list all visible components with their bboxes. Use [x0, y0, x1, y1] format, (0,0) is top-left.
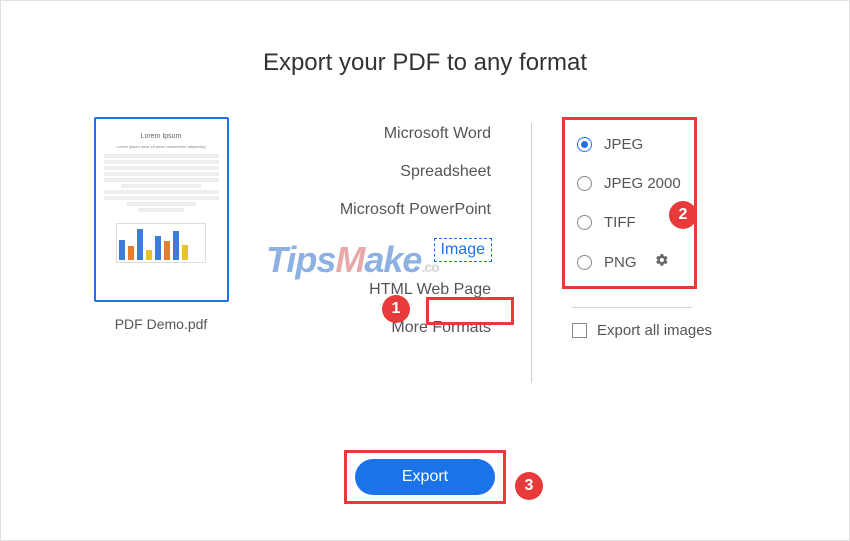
- format-item-powerpoint[interactable]: Microsoft PowerPoint: [340, 201, 491, 219]
- preview-column: Lorem Ipsum Lorem ipsum dolor sit amet c…: [91, 117, 231, 383]
- radio-tiff[interactable]: TIFF: [577, 214, 684, 231]
- export-highlight-box: Export: [344, 450, 506, 504]
- annotation-callout-3: 3: [515, 472, 543, 500]
- annotation-callout-2: 2: [669, 201, 697, 229]
- radio-png[interactable]: PNG: [577, 253, 684, 272]
- checkbox-icon: [572, 323, 587, 338]
- page-title: Export your PDF to any format: [1, 49, 849, 77]
- radio-label: JPEG: [604, 136, 643, 153]
- gear-icon[interactable]: [655, 253, 669, 272]
- preview-chart-icon: [116, 223, 206, 263]
- format-item-spreadsheet[interactable]: Spreadsheet: [400, 163, 491, 181]
- radio-label: PNG: [604, 254, 637, 271]
- radio-icon: [577, 176, 592, 191]
- formats-list: Microsoft Word Spreadsheet Microsoft Pow…: [261, 117, 491, 383]
- export-row: Export: [1, 450, 849, 504]
- radio-jpeg[interactable]: JPEG: [577, 136, 684, 153]
- format-item-word[interactable]: Microsoft Word: [384, 125, 491, 143]
- main-content: Lorem Ipsum Lorem ipsum dolor sit amet c…: [1, 117, 849, 383]
- radio-icon: [577, 215, 592, 230]
- radio-jpeg2000[interactable]: JPEG 2000: [577, 175, 684, 192]
- checkbox-label: Export all images: [597, 322, 712, 339]
- preview-doc-subtitle: Lorem ipsum dolor sit amet consectetur a…: [117, 144, 206, 149]
- subformats-divider: [572, 307, 692, 308]
- annotation-box-image: [426, 297, 514, 325]
- radio-label: JPEG 2000: [604, 175, 681, 192]
- export-all-checkbox[interactable]: Export all images: [572, 322, 732, 339]
- annotation-callout-1: 1: [382, 295, 410, 323]
- preview-filename: PDF Demo.pdf: [115, 316, 208, 332]
- format-item-image[interactable]: Image: [435, 239, 491, 261]
- preview-doc-title: Lorem Ipsum: [141, 133, 182, 140]
- vertical-divider: [531, 123, 532, 383]
- subformats-column: JPEG JPEG 2000 TIFF PNG Export all image…: [562, 117, 732, 383]
- radio-label: TIFF: [604, 214, 636, 231]
- radio-icon: [577, 137, 592, 152]
- export-button[interactable]: Export: [355, 459, 495, 495]
- pdf-preview-thumbnail[interactable]: Lorem Ipsum Lorem ipsum dolor sit amet c…: [94, 117, 229, 302]
- radio-icon: [577, 255, 592, 270]
